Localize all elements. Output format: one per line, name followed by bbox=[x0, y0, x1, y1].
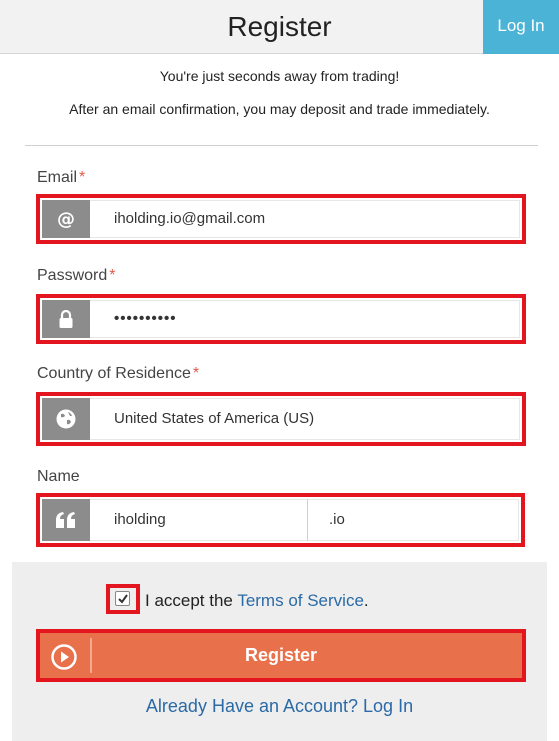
intro-tagline: You're just seconds away from trading! bbox=[159, 68, 400, 84]
login-button[interactable]: Log In bbox=[483, 0, 559, 54]
required-marker: * bbox=[109, 267, 116, 284]
intro-description: After an email confirmation, you may dep… bbox=[69, 101, 490, 117]
terms-text: I accept the Terms of Service. bbox=[145, 591, 369, 610]
country-value[interactable]: United States of America (US) bbox=[114, 396, 314, 442]
password-field[interactable]: •••••••••• bbox=[36, 294, 526, 344]
already-have-account-link[interactable]: Already Have an Account? Log In bbox=[0, 696, 559, 717]
email-value[interactable]: iholding.io@gmail.com bbox=[114, 198, 265, 240]
name-separator bbox=[307, 499, 308, 541]
email-label: Email * bbox=[37, 169, 86, 186]
divider bbox=[25, 145, 538, 146]
required-marker: * bbox=[192, 365, 200, 382]
required-marker: * bbox=[79, 169, 86, 186]
name-field: iholding .io bbox=[36, 493, 525, 547]
password-value[interactable]: •••••••••• bbox=[114, 298, 177, 340]
terms-checkbox-wrapper[interactable] bbox=[106, 584, 140, 614]
register-button-label: Register bbox=[244, 645, 318, 665]
globe-icon bbox=[42, 398, 90, 440]
first-name-input[interactable]: iholding bbox=[114, 497, 166, 543]
country-label: Country of Residence * bbox=[37, 365, 200, 382]
at-icon: @ bbox=[42, 200, 90, 238]
last-name-input[interactable]: .io bbox=[329, 497, 345, 543]
email-field[interactable]: @ iholding.io@gmail.com bbox=[36, 194, 526, 244]
quote-icon bbox=[42, 499, 90, 541]
header-bar: Register Log In bbox=[0, 0, 559, 54]
page-title: Register bbox=[227, 11, 332, 42]
svg-text:@: @ bbox=[57, 209, 75, 229]
name-label: Name bbox=[37, 468, 80, 485]
password-label: Password * bbox=[37, 267, 116, 284]
lock-icon bbox=[42, 300, 90, 338]
country-select[interactable]: United States of America (US) bbox=[36, 392, 526, 446]
terms-checkbox[interactable] bbox=[115, 591, 130, 606]
terms-of-service-link[interactable]: Terms of Service bbox=[237, 591, 364, 610]
register-button[interactable]: Register bbox=[36, 629, 526, 682]
